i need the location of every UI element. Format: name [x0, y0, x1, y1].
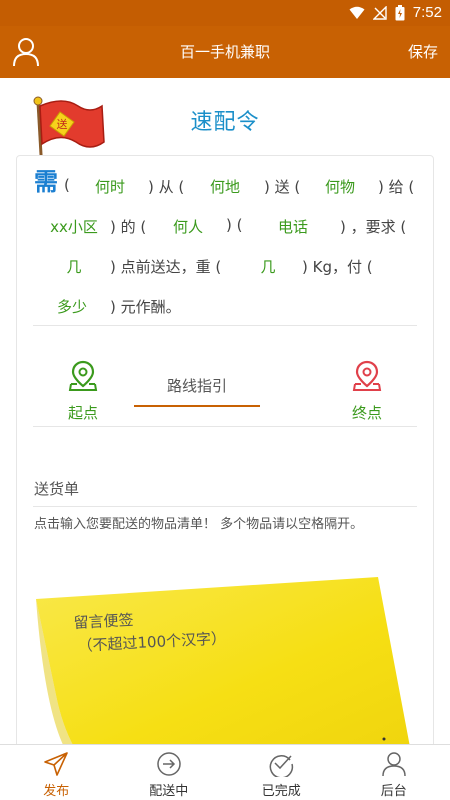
clock: 7:52: [412, 4, 442, 21]
save-button[interactable]: 保存: [408, 41, 438, 62]
nav-backend[interactable]: 后台: [338, 745, 450, 800]
paren-mid-text: ) (: [226, 216, 243, 234]
arrow-circle-icon: [157, 752, 181, 776]
require-text: ) ，要求 (: [340, 218, 407, 236]
app-title: 百一手机兼职: [179, 43, 270, 61]
nav-label: 后台: [380, 784, 407, 799]
start-label[interactable]: 起点: [63, 402, 103, 423]
send-text: ) 送 (: [264, 178, 301, 196]
divider: [33, 426, 417, 427]
community-field[interactable]: xx小区: [44, 216, 104, 237]
nav-publish[interactable]: 发布: [0, 745, 113, 800]
when-field[interactable]: 何时: [84, 176, 136, 197]
sticky-note-paper: [36, 577, 410, 747]
nav-completed[interactable]: 已完成: [225, 745, 338, 800]
weight-unit-text: ) Kg，付 (: [302, 258, 373, 276]
route-guide-title[interactable]: 路线指引: [134, 375, 260, 396]
svg-text:需: 需: [34, 168, 58, 196]
wifi-icon: [349, 6, 365, 19]
send-icon: [44, 752, 69, 776]
from-text: ) 从 (: [148, 178, 185, 196]
nav-label: 发布: [43, 784, 70, 799]
nav-label: 已完成: [261, 784, 301, 799]
end-label[interactable]: 终点: [347, 402, 387, 423]
give-text: ) 给 (: [378, 178, 415, 196]
user-icon: [382, 752, 406, 777]
status-icons: 7:52: [349, 4, 442, 21]
need-icon: 需: [34, 168, 58, 196]
delivery-list-label: 送货单: [34, 480, 80, 498]
battery-charging-icon: [395, 4, 405, 20]
nav-label: 配送中: [149, 784, 189, 799]
pay-field[interactable]: 多少: [52, 296, 92, 317]
note-title: 留言便签: [73, 610, 134, 632]
who-field[interactable]: 何人: [164, 216, 212, 237]
phone-field[interactable]: 电话: [268, 216, 318, 237]
reward-text: ) 元作酬。: [110, 298, 181, 316]
paren-text: (: [64, 176, 70, 194]
app-header: 百一手机兼职 保存: [0, 26, 450, 78]
weight-field[interactable]: 几: [254, 256, 282, 277]
sticky-note[interactable]: [34, 575, 414, 750]
delivery-list-input[interactable]: 点击输入您要配送的物品清单！ 多个物品请以空格隔开。: [34, 513, 363, 532]
page-title: 速配令: [190, 110, 260, 135]
of-text: ) 的 (: [110, 218, 147, 236]
signal-off-icon: [372, 5, 387, 20]
divider: [33, 325, 417, 326]
check-circle-icon: [269, 755, 294, 777]
deliver-text: ) 点前送达，重 (: [110, 258, 222, 276]
nav-delivering[interactable]: 配送中: [113, 745, 226, 800]
start-pin-icon[interactable]: [68, 360, 98, 392]
divider: [33, 506, 417, 507]
bottom-nav: 发布 配送中 已完成 后台: [0, 744, 450, 800]
what-field[interactable]: 何物: [314, 176, 366, 197]
status-bar: 7:52: [0, 0, 450, 26]
hour-field[interactable]: 几: [60, 256, 88, 277]
route-underline: [134, 405, 260, 407]
where-field[interactable]: 何地: [200, 176, 250, 197]
end-pin-icon[interactable]: [352, 360, 382, 392]
